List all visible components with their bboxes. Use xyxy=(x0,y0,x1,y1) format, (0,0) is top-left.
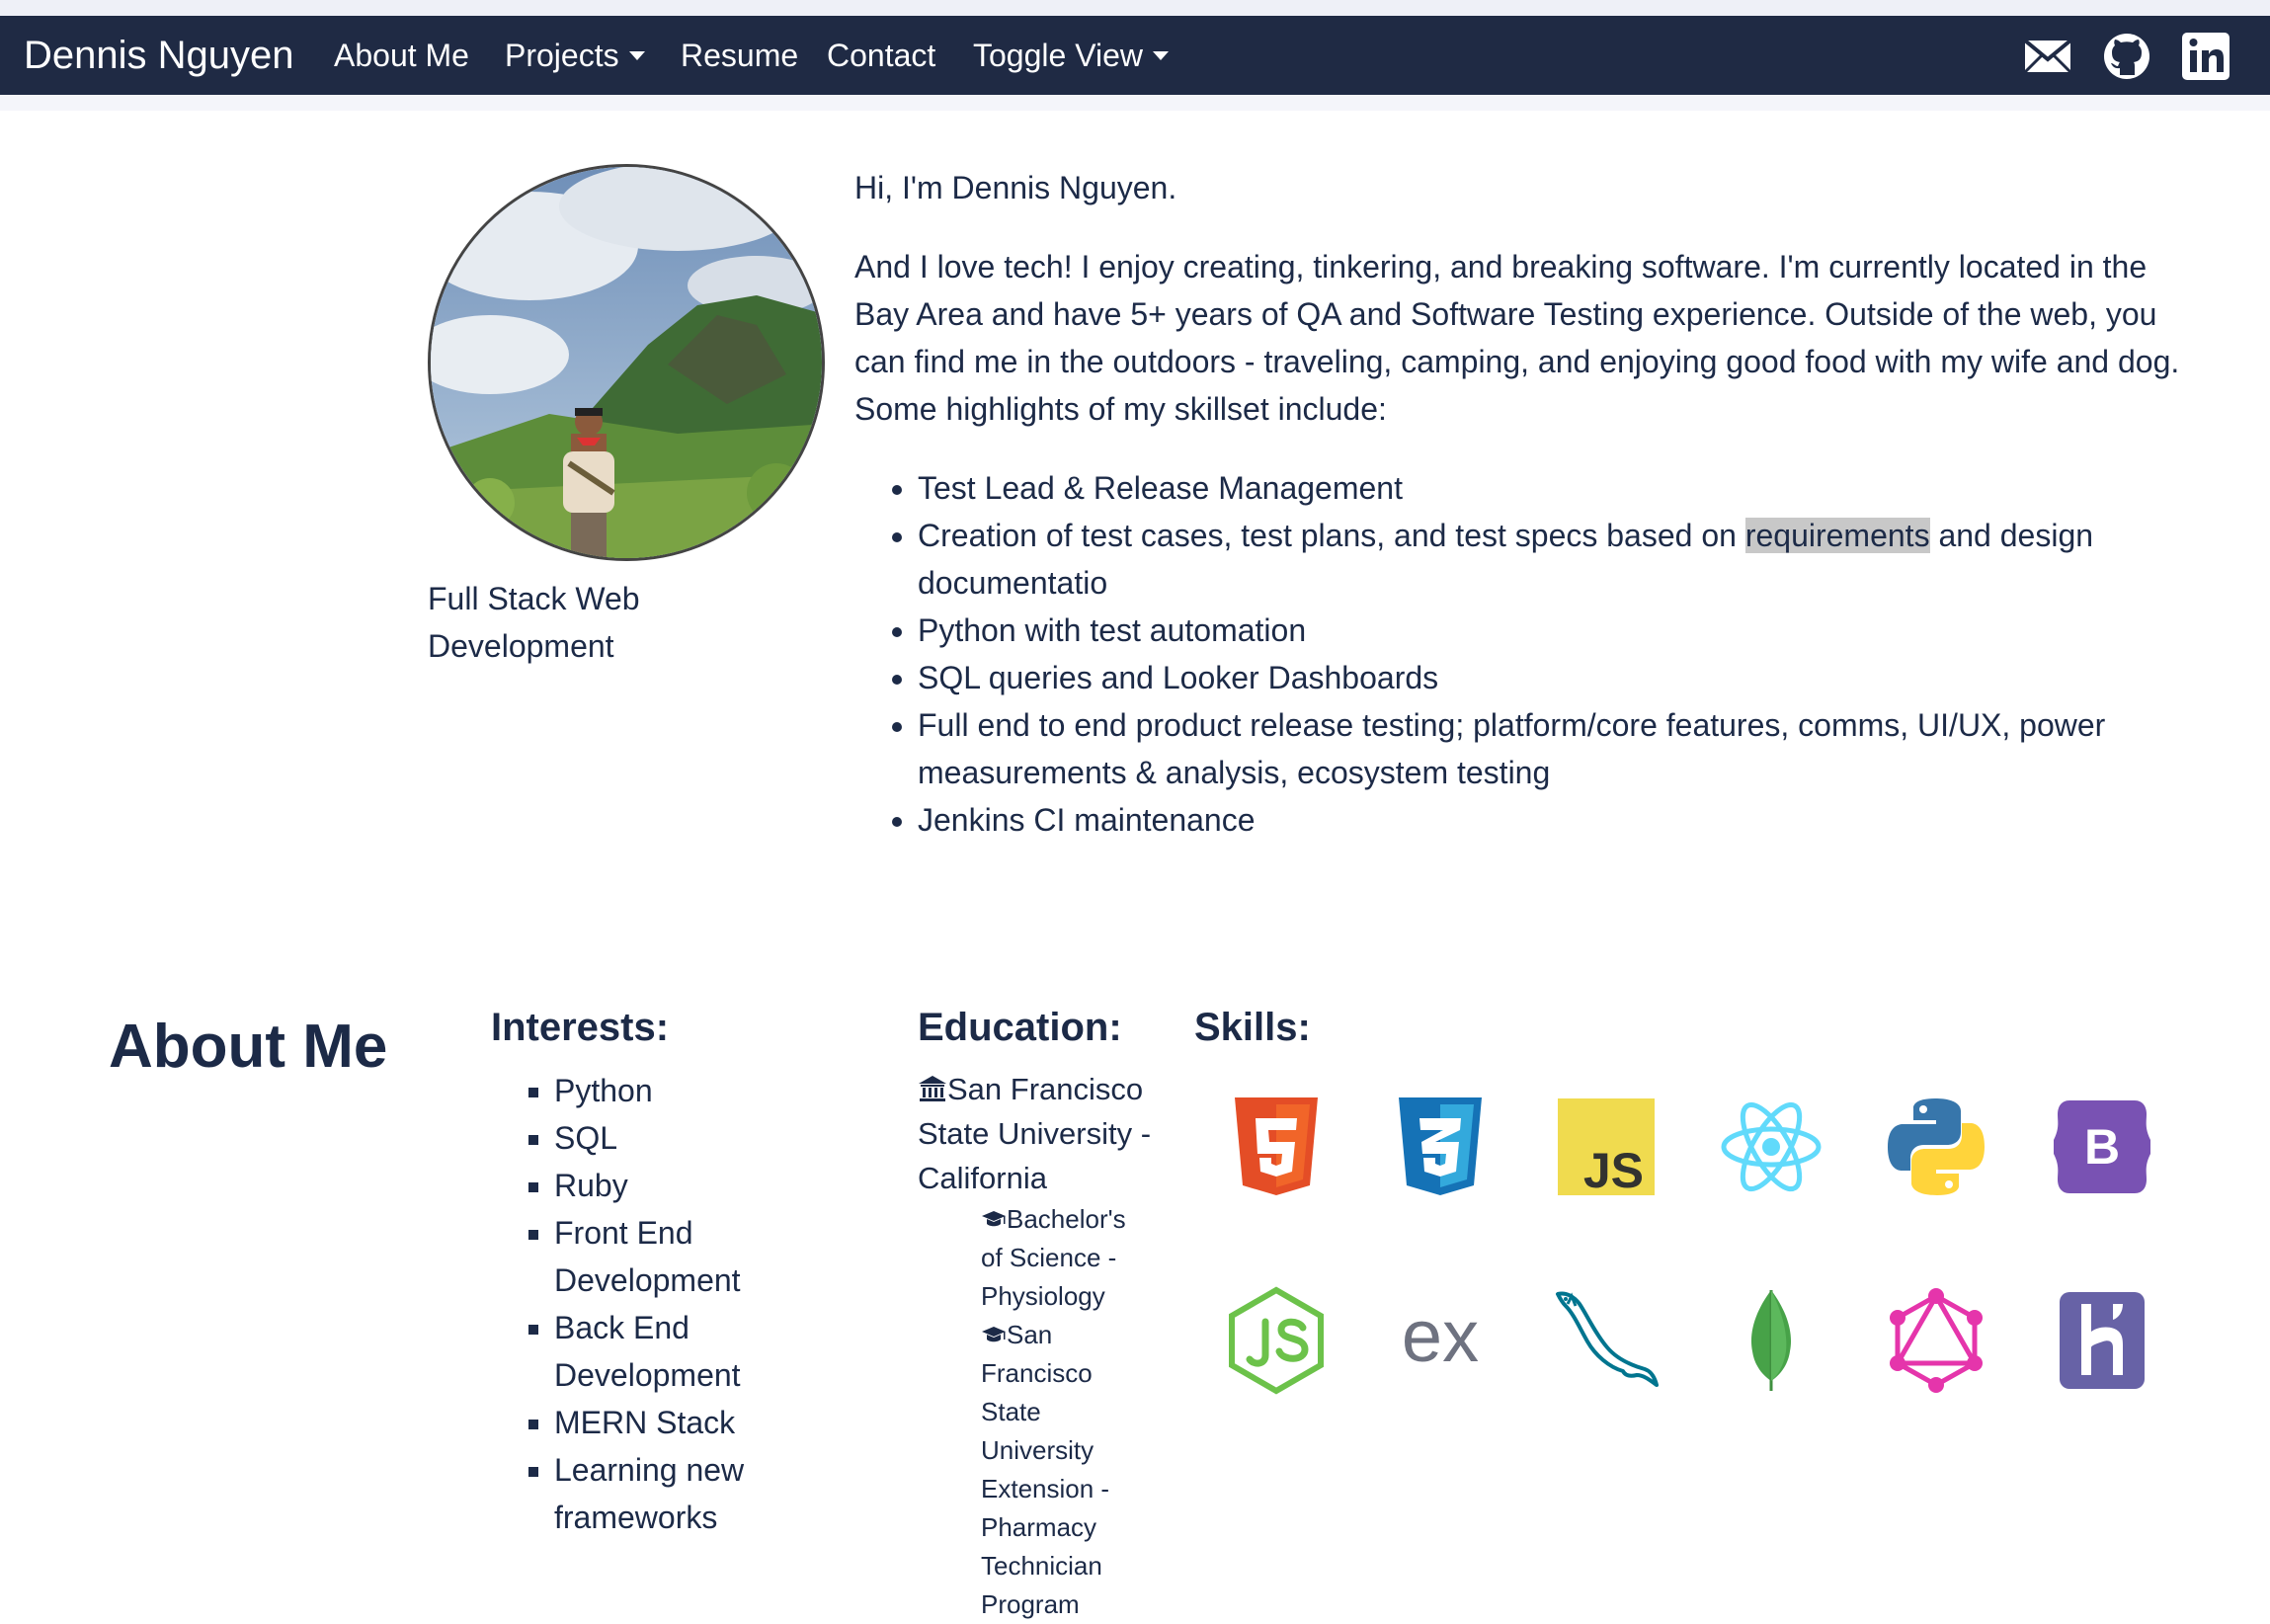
css3-icon xyxy=(1399,1097,1482,1195)
list-item: Python xyxy=(554,1067,787,1114)
list-item: Python with test automation xyxy=(918,607,2198,654)
linkedin-icon[interactable] xyxy=(2181,32,2230,81)
nav-projects-label: Projects xyxy=(505,38,619,73)
heroku-icon xyxy=(2060,1292,2145,1389)
nav-spacer xyxy=(0,95,2270,111)
list-item-text: Creation of test cases, test plans, and … xyxy=(918,518,1745,553)
list-item: Front End Development xyxy=(554,1209,787,1304)
avatar-caption: Full Stack Web Development xyxy=(428,581,640,664)
list-item: MERN Stack xyxy=(554,1399,787,1446)
react-icon xyxy=(1721,1101,1822,1192)
highlighted-text: requirements xyxy=(1744,518,1930,553)
list-item: Back End Development xyxy=(554,1304,787,1399)
express-icon: ex xyxy=(1402,1295,1479,1377)
list-item: Learning new frameworks xyxy=(554,1446,787,1541)
university-icon xyxy=(919,1076,946,1101)
degree-text: San Francisco State University Extension… xyxy=(981,1320,1110,1619)
top-strip xyxy=(0,0,2270,16)
interests-list: Python SQL Ruby Front End Development Ba… xyxy=(491,1067,787,1541)
nav-projects-dropdown[interactable]: Projects xyxy=(505,36,645,75)
email-icon[interactable] xyxy=(2023,32,2072,81)
list-item: SQL queries and Looker Dashboards xyxy=(918,654,2198,701)
javascript-icon: JS xyxy=(1558,1098,1655,1198)
mysql-icon xyxy=(1556,1291,1659,1387)
list-item: Test Lead & Release Management xyxy=(918,464,2198,512)
education-school: San Francisco State University - Califor… xyxy=(918,1067,1175,1200)
interests-list-wrapper: Python SQL Ruby Front End Development Ba… xyxy=(491,1067,787,1541)
nav-about[interactable]: About Me xyxy=(334,36,469,75)
graphql-icon xyxy=(1890,1288,1983,1393)
bio-paragraph: And I love tech! I enjoy creating, tinke… xyxy=(854,249,2180,427)
nav-toggle-label: Toggle View xyxy=(973,38,1143,73)
navbar: Dennis Nguyen About Me Projects Resume C… xyxy=(0,16,2270,95)
nav-resume[interactable]: Resume xyxy=(681,36,798,75)
js-logo-text: JS xyxy=(1583,1143,1644,1198)
highlights-list: Test Lead & Release Management Creation … xyxy=(854,464,2198,844)
education-degrees: Bachelor's of Science - Physiology San F… xyxy=(981,1200,1149,1624)
list-item: SQL xyxy=(554,1114,787,1162)
degree-item: San Francisco State University Extension… xyxy=(981,1316,1149,1624)
intro-section: Hi, I'm Dennis Nguyen. And I love tech! … xyxy=(854,164,2198,844)
chevron-down-icon xyxy=(1152,50,1169,60)
bootstrap-icon: B xyxy=(2054,1100,2150,1193)
list-item: Ruby xyxy=(554,1162,787,1209)
html5-icon xyxy=(1235,1097,1318,1195)
list-item: Full end to end product release testing;… xyxy=(918,701,2198,796)
degree-item: Bachelor's of Science - Physiology xyxy=(981,1200,1149,1316)
school-name: San Francisco State University - Califor… xyxy=(918,1072,1152,1195)
graduation-cap-icon xyxy=(982,1327,1006,1342)
brand-link[interactable]: Dennis Nguyen xyxy=(24,32,294,79)
list-item: Creation of test cases, test plans, and … xyxy=(918,512,2198,607)
profile-photo xyxy=(428,164,825,561)
bootstrap-logo-text: B xyxy=(2084,1119,2120,1175)
interests-heading: Interests: xyxy=(491,1006,670,1049)
education-heading: Education: xyxy=(918,1006,1122,1049)
nav-toggle-view-dropdown[interactable]: Toggle View xyxy=(973,36,1169,75)
list-item: Jenkins CI maintenance xyxy=(918,796,2198,844)
github-icon[interactable] xyxy=(2102,32,2151,81)
nodejs-icon xyxy=(1229,1286,1324,1395)
graduation-cap-icon xyxy=(982,1211,1006,1227)
greeting: Hi, I'm Dennis Nguyen. xyxy=(854,170,1177,205)
skills-heading: Skills: xyxy=(1194,1006,1311,1049)
chevron-down-icon xyxy=(628,50,645,60)
nav-contact[interactable]: Contact xyxy=(827,36,935,75)
mongodb-icon xyxy=(1750,1290,1792,1391)
about-heading: About Me xyxy=(109,1013,388,1081)
express-logo-text: ex xyxy=(1402,1295,1479,1377)
python-icon xyxy=(1888,1098,1985,1195)
